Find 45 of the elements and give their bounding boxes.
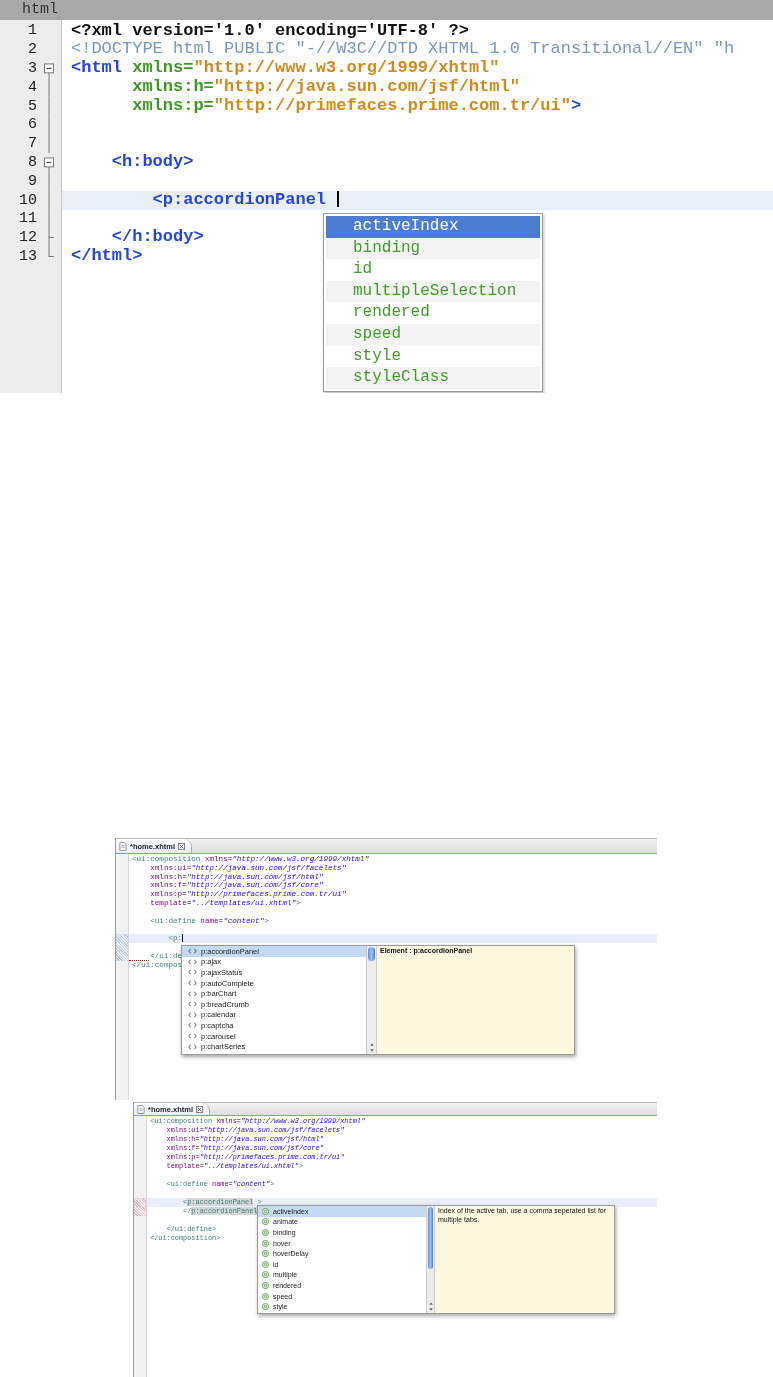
file-icon	[137, 1104, 145, 1114]
code-line: </h:body>	[110, 228, 204, 248]
line-number: 11	[18, 210, 37, 228]
code-line: </html>	[71, 247, 143, 266]
close-icon[interactable]	[196, 1105, 203, 1113]
completion-item[interactable]: activeIndex	[326, 216, 540, 238]
line-number: 3	[27, 60, 37, 78]
line-number: 12	[18, 229, 37, 247]
scroll-arrows-icon[interactable]	[369, 1042, 374, 1053]
tag-icon	[188, 1001, 197, 1008]
tag-icon	[188, 980, 197, 987]
line-number: 9	[27, 172, 37, 190]
tag-icon	[188, 948, 197, 955]
line-number: 13	[18, 248, 37, 266]
line-number: 5	[27, 97, 37, 115]
code-line: xmlns:p="http://primefaces.prime.com.tr/ui">	[131, 96, 582, 116]
line-number: 1	[27, 22, 37, 40]
tag-icon	[188, 969, 197, 976]
completion-item[interactable]: id	[326, 259, 540, 281]
code-line: <h:body>	[110, 153, 194, 172]
line-number: 10	[18, 191, 37, 209]
line-number: 6	[27, 116, 37, 134]
code-line: xmlns:h="http://java.sun.com/jsf/html"	[131, 78, 520, 97]
line-number: 2	[27, 41, 37, 59]
line-number: 8	[27, 154, 37, 172]
file-icon	[119, 841, 127, 851]
code-line: <p:accordionPanel	[71, 190, 340, 210]
code-line: <html xmlns="http://www.w3.org/1999/xhtml"	[71, 59, 500, 78]
tag-icon	[188, 1022, 197, 1029]
tag-icon	[188, 1043, 197, 1050]
tag-icon	[188, 1033, 197, 1040]
scrollbar[interactable]	[426, 1206, 435, 1313]
tag-icon	[188, 1011, 197, 1018]
line-number: 7	[27, 135, 37, 153]
scrollbar-thumb[interactable]	[428, 1207, 433, 1269]
close-icon[interactable]	[178, 842, 185, 850]
scrollbar[interactable]	[366, 946, 377, 1054]
tag-icon	[188, 990, 197, 997]
code-line: <?xml version='1.0' encoding='UTF-8' ?>	[71, 21, 469, 41]
line-number: 4	[27, 78, 37, 96]
tag-icon	[188, 958, 197, 965]
editor-header: html	[0, 0, 773, 20]
scrollbar-thumb[interactable]	[368, 947, 375, 961]
code-line: <!DOCTYPE html PUBLIC "-//W3C//DTD XHTML 1.0 Transitional//EN" "h	[71, 40, 735, 60]
scroll-arrows-icon[interactable]	[428, 1301, 433, 1312]
